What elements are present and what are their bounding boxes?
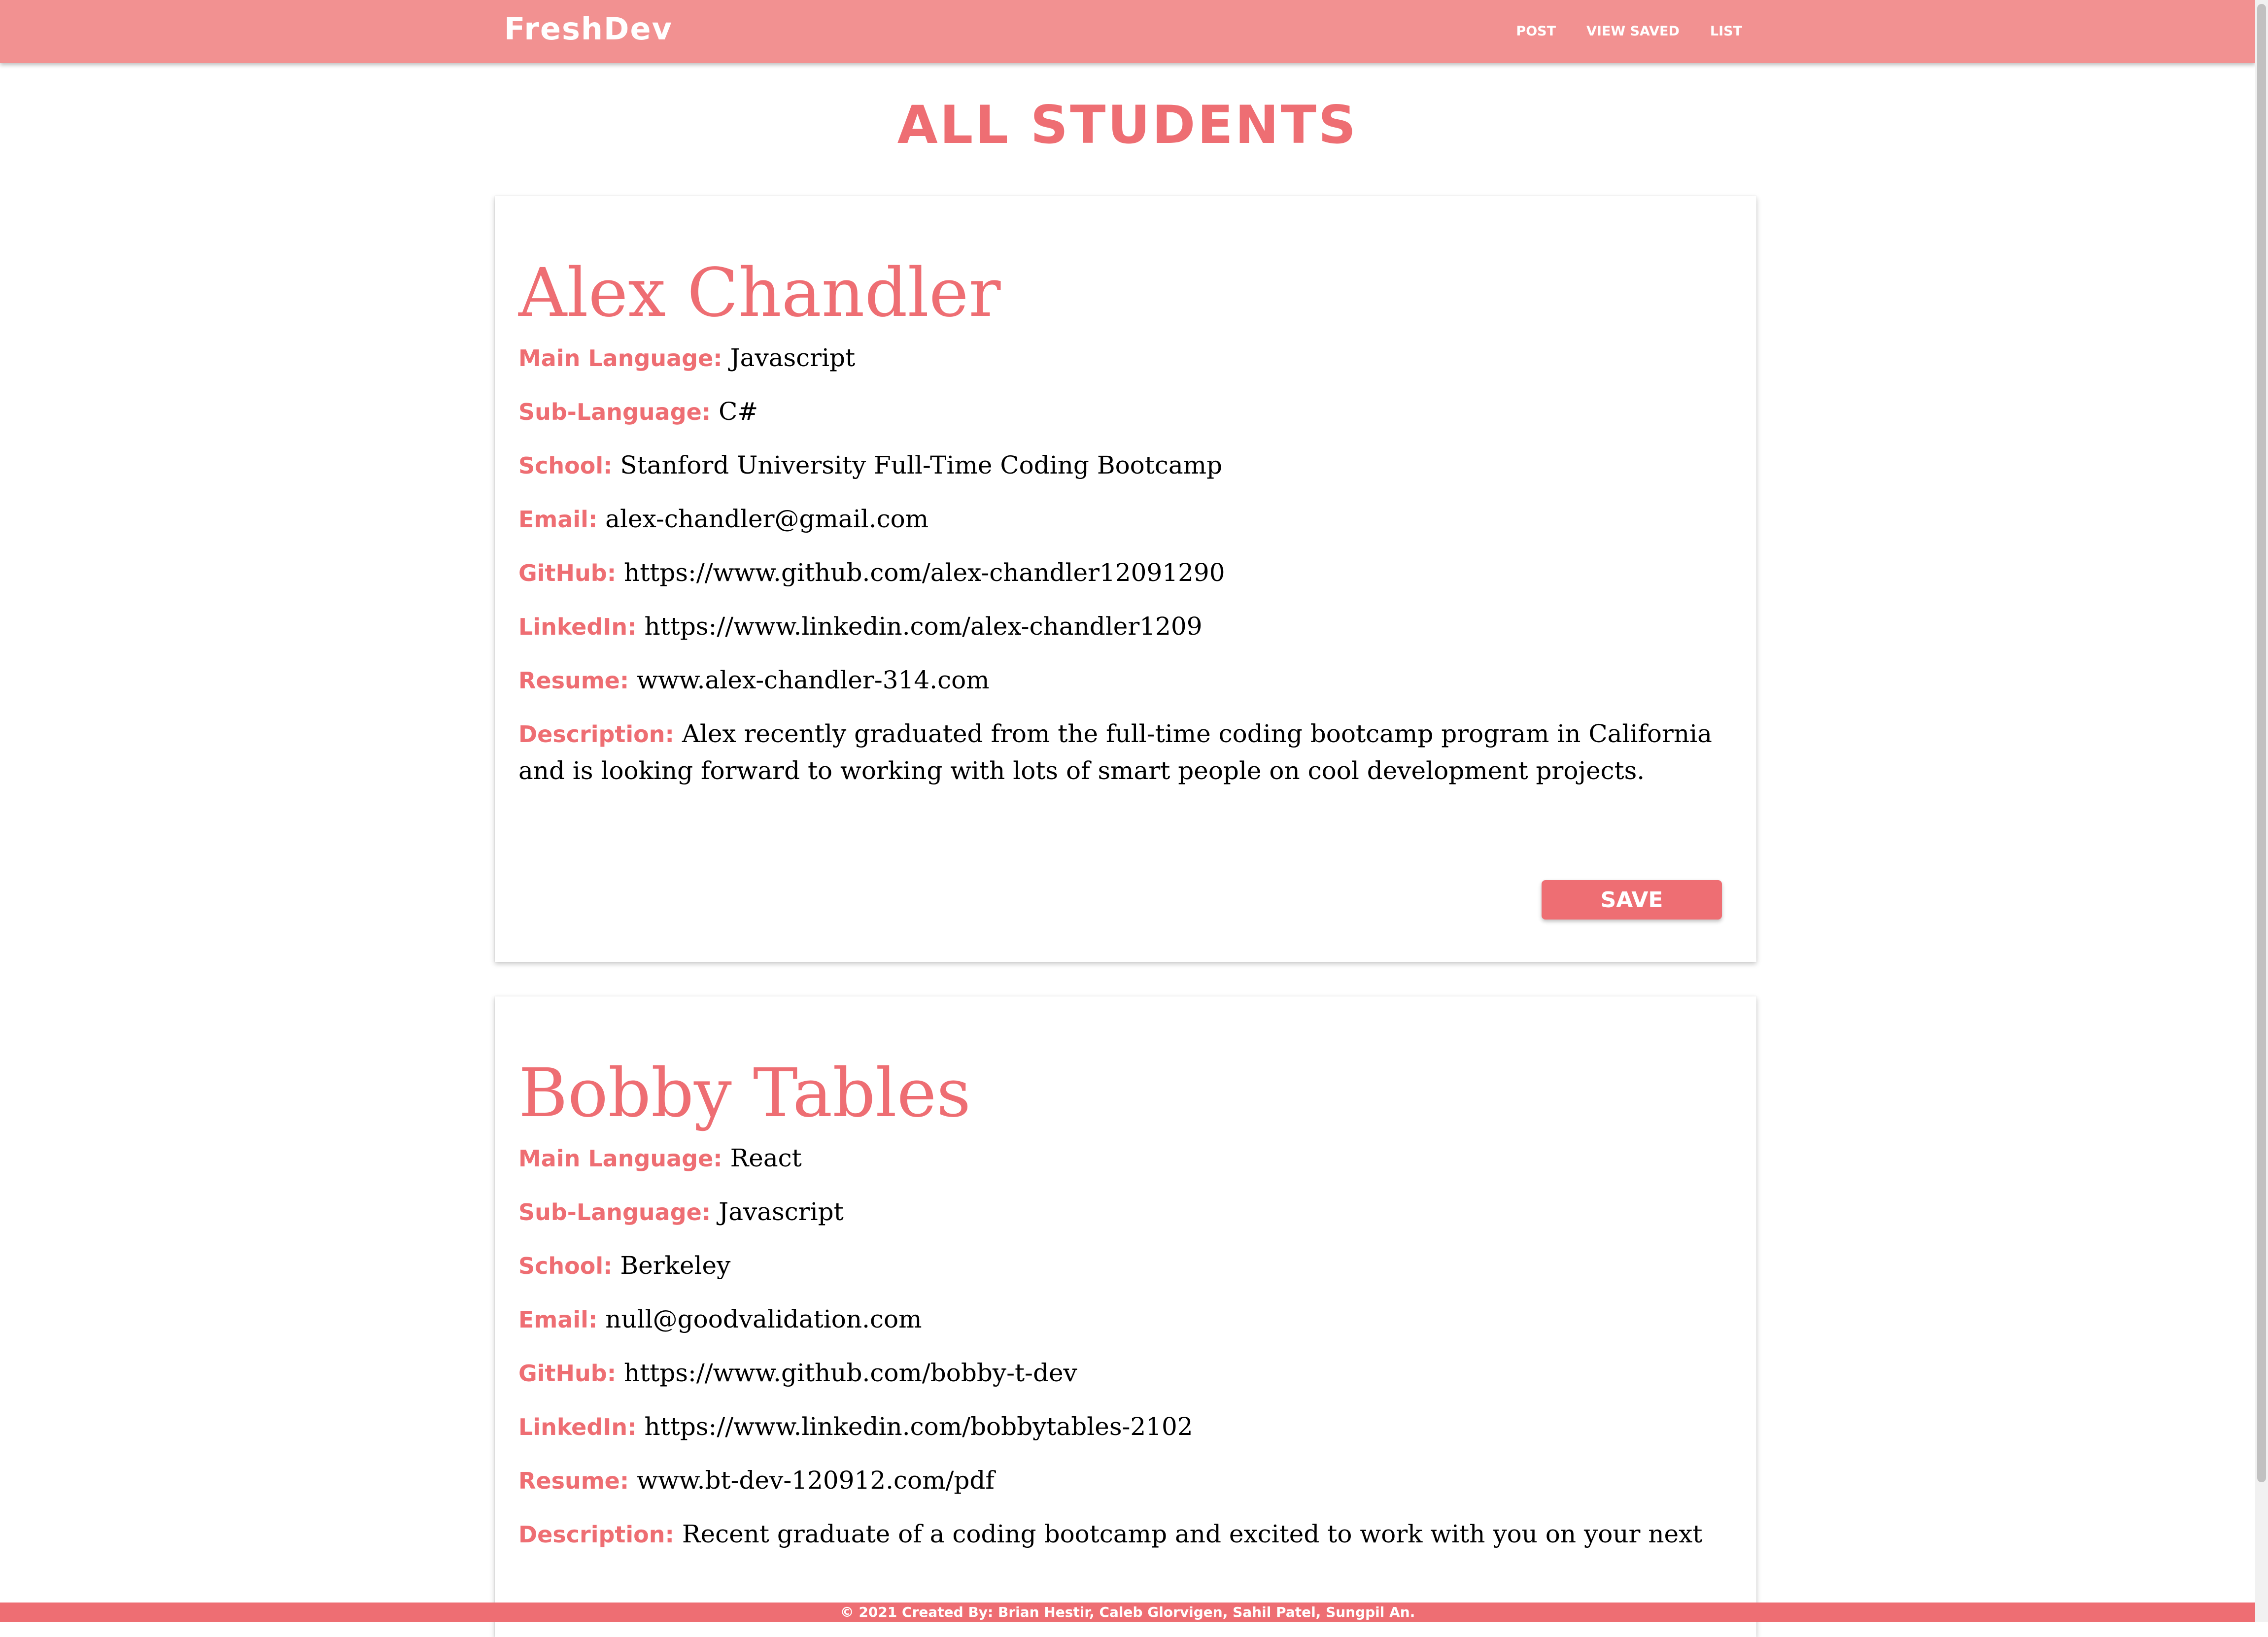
sub-language-label: Sub-Language: [518,398,711,425]
resume-field: Resume: www.bt-dev-120912.com/pdf [518,1462,1733,1499]
resume-field: Resume: www.alex-chandler-314.com [518,662,1733,699]
main-language-value: React [730,1143,802,1172]
student-name: Alex Chandler [518,254,1001,332]
resume-label: Resume: [518,667,629,694]
sub-language-label: Sub-Language: [518,1198,711,1226]
school-label: School: [518,452,613,479]
main-language-field: Main Language: Javascript [518,340,1733,376]
nav-link-list[interactable]: List [1710,24,1742,39]
email-value: alex-chandler@gmail.com [605,504,929,533]
resume-value: www.bt-dev-120912.com/pdf [637,1466,995,1495]
github-field: GitHub: https://www.github.com/bobby-t-d… [518,1355,1733,1392]
resume-value: www.alex-chandler-314.com [637,665,990,694]
page-footer: © 2021 Created By: Brian Hestir, Caleb G… [0,1603,2255,1622]
top-navbar: FreshDev Post View Saved List [0,0,2255,63]
github-label: GitHub: [518,559,617,586]
student-card: Bobby Tables Main Language: React Sub-La… [495,996,1756,1637]
email-value: null@goodvalidation.com [605,1304,922,1333]
main-language-label: Main Language: [518,1145,722,1172]
github-value: https://www.github.com/alex-chandler1209… [624,558,1225,587]
email-field: Email: alex-chandler@gmail.com [518,501,1733,538]
school-field: School: Berkeley [518,1247,1733,1284]
scrollbar-thumb[interactable] [2257,4,2266,1482]
main-language-label: Main Language: [518,344,722,372]
brand-logo[interactable]: FreshDev [504,11,673,47]
email-label: Email: [518,506,598,533]
github-field: GitHub: https://www.github.com/alex-chan… [518,554,1733,591]
linkedin-field: LinkedIn: https://www.linkedin.com/bobby… [518,1408,1733,1445]
sub-language-field: Sub-Language: Javascript [518,1194,1733,1230]
description-label: Description: [518,720,674,748]
sub-language-value: C# [719,397,758,426]
email-label: Email: [518,1306,598,1333]
main-language-field: Main Language: React [518,1140,1733,1177]
student-card: Alex Chandler Main Language: Javascript … [495,196,1756,962]
sub-language-value: Javascript [719,1197,844,1226]
description-value: Alex recently graduated from the full-ti… [518,719,1712,785]
description-field: Description: Alex recently graduated fro… [518,716,1733,789]
school-value: Berkeley [620,1251,731,1280]
linkedin-label: LinkedIn: [518,1413,637,1440]
student-name: Bobby Tables [518,1055,971,1132]
linkedin-value: https://www.linkedin.com/bobbytables-210… [644,1412,1193,1441]
linkedin-field: LinkedIn: https://www.linkedin.com/alex-… [518,608,1733,645]
linkedin-label: LinkedIn: [518,613,637,640]
main-language-value: Javascript [730,343,856,372]
description-label: Description: [518,1521,674,1548]
page-scrollbar[interactable] [2255,0,2268,1622]
sub-language-field: Sub-Language: C# [518,393,1733,430]
github-value: https://www.github.com/bobby-t-dev [624,1358,1077,1387]
github-label: GitHub: [518,1360,617,1387]
school-label: School: [518,1252,613,1279]
email-field: Email: null@goodvalidation.com [518,1301,1733,1338]
save-button[interactable]: Save [1542,880,1722,920]
school-field: School: Stanford University Full-Time Co… [518,447,1733,484]
description-field: Description: Recent graduate of a coding… [518,1516,1733,1553]
linkedin-value: https://www.linkedin.com/alex-chandler12… [644,612,1203,641]
page-title: All Students [897,95,1358,155]
nav-link-view-saved[interactable]: View Saved [1586,24,1680,39]
resume-label: Resume: [518,1467,629,1494]
nav-link-post[interactable]: Post [1516,24,1556,39]
nav-links: Post View Saved List [1516,24,1742,39]
school-value: Stanford University Full-Time Coding Boo… [620,450,1223,479]
description-value: Recent graduate of a coding bootcamp and… [682,1519,1703,1548]
